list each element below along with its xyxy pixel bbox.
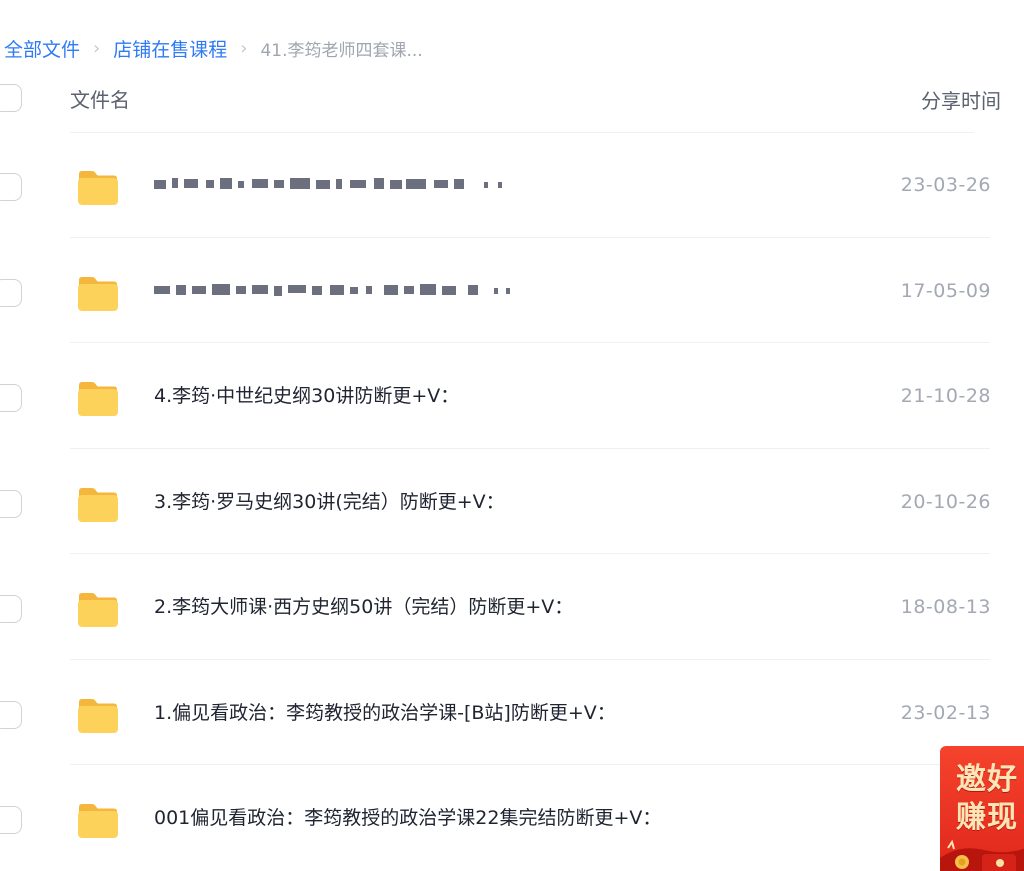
folder-icon (76, 168, 120, 208)
share-date: 17-05-09 (900, 279, 991, 302)
row-checkbox[interactable] (0, 489, 22, 518)
folder-icon (76, 485, 120, 525)
folder-icon (76, 274, 120, 314)
file-row[interactable]: 23-03-26 (0, 132, 1024, 238)
breadcrumb-all-files[interactable]: 全部文件 (4, 35, 80, 62)
column-header-name[interactable]: 文件名 (70, 84, 130, 113)
file-row[interactable]: 17-05-09 (0, 238, 1024, 343)
list-header: 文件名 分享时间 (0, 70, 1024, 133)
file-name[interactable]: 2.李筠大师课·西方史纲50讲（完结）防断更+V： (154, 592, 573, 619)
breadcrumb-separator: › (93, 37, 101, 59)
row-checkbox[interactable] (0, 595, 22, 623)
folder-icon (76, 590, 120, 630)
file-name[interactable]: 3.李筠·罗马史纲30讲(完结）防断更+V： (154, 487, 505, 514)
breadcrumb-current: 41.李筠老师四套课... (260, 40, 423, 61)
promo-banner[interactable]: 邀好 赚现 (940, 746, 1024, 871)
folder-icon (76, 696, 120, 736)
row-checkbox[interactable] (0, 173, 22, 201)
promo-line-2: 赚现 (956, 800, 1018, 835)
file-browser: 全部文件 › 店铺在售课程 › 41.李筠老师四套课... 文件名 分享时间 2… (0, 0, 1024, 871)
file-name[interactable]: 4.李筠·中世纪史纲30讲防断更+V： (154, 381, 459, 408)
share-date: 23-03-26 (900, 174, 991, 196)
file-name[interactable]: 001偏见看政治：李筠教授的政治学课22集完结防断更+V： (154, 803, 661, 830)
file-row[interactable]: 2.李筠大师课·西方史纲50讲（完结）防断更+V： 18-08-13 (0, 554, 1024, 660)
share-date: 20-10-26 (900, 490, 991, 513)
file-name[interactable]: 1.偏见看政治：李筠教授的政治学课-[B站]防断更+V： (154, 698, 616, 725)
select-all-checkbox[interactable] (0, 84, 22, 112)
row-checkbox[interactable] (0, 278, 22, 307)
file-list: 23-03-26 17-05-09 4.李筠·中世纪史纲30讲防断更+V： 21-10… (0, 132, 1024, 871)
folder-icon (76, 379, 120, 419)
folder-icon (76, 801, 120, 841)
row-checkbox[interactable] (0, 700, 22, 729)
breadcrumb: 全部文件 › 店铺在售课程 › 41.李筠老师四套课... (4, 30, 423, 66)
redacted-file-name (154, 276, 534, 302)
row-checkbox[interactable] (0, 384, 22, 412)
red-envelope-icon (940, 839, 1024, 871)
file-row[interactable]: 1.偏见看政治：李筠教授的政治学课-[B站]防断更+V： 23-02-13 (0, 660, 1024, 765)
share-date: 18-08-13 (900, 596, 991, 618)
breadcrumb-store-courses[interactable]: 店铺在售课程 (113, 35, 227, 62)
file-row[interactable]: 3.李筠·罗马史纲30讲(完结）防断更+V： 20-10-26 (0, 449, 1024, 554)
share-date: 23-02-13 (900, 701, 991, 724)
column-header-share-time[interactable]: 分享时间 (921, 85, 1001, 114)
share-date: 21-10-28 (900, 385, 991, 407)
row-checkbox[interactable] (0, 806, 22, 834)
redacted-file-name (154, 170, 534, 196)
file-row[interactable]: 001偏见看政治：李筠教授的政治学课22集完结防断更+V：23-0 (0, 765, 1024, 871)
file-row[interactable]: 4.李筠·中世纪史纲30讲防断更+V： 21-10-28 (0, 343, 1024, 449)
breadcrumb-separator: › (240, 37, 248, 59)
